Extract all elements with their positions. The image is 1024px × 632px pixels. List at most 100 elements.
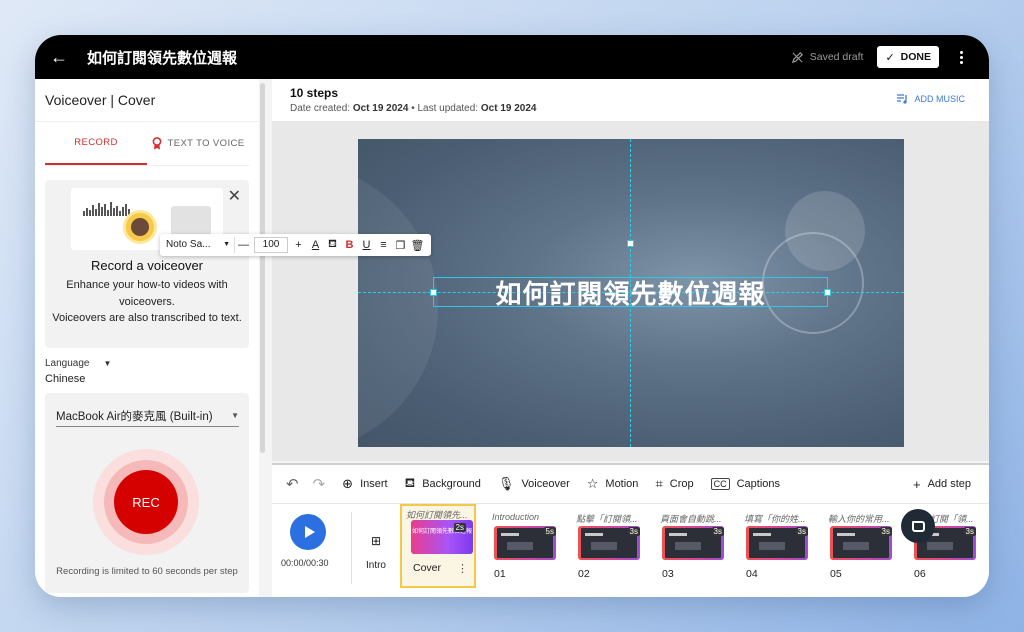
align-center-icon[interactable]: ≡ [375, 239, 392, 251]
timeline-step-cover[interactable]: 如何訂閱領先... 如何訂閱領先數位週報 2s Cover ⋮ [400, 504, 476, 588]
step-duration: 3s [795, 527, 808, 536]
app-window: ← 如何訂閱領先數位週報 Saved draft ✓ DONE Voiceove… [35, 35, 989, 597]
step-label: 04 [746, 568, 758, 580]
avatar [123, 210, 157, 244]
back-arrow-icon[interactable]: ← [35, 35, 83, 79]
voiceover-promo-card: ✕ Record a voiceover Enhance your how-to… [45, 180, 249, 348]
caret-down-icon: ▼ [231, 411, 239, 420]
font-family-select[interactable]: Noto Sa... ▼ [160, 239, 234, 251]
step-caption: 輸入你的常用... [828, 514, 890, 524]
motion-button[interactable]: ☆ Motion [587, 476, 639, 492]
step-caption: 點擊「訂閱領... [576, 514, 638, 524]
rec-button-rings: REC [93, 449, 199, 555]
last-updated: Oct 19 2024 [480, 103, 537, 114]
timeline-step[interactable]: Introduction 5s 01 [488, 510, 564, 590]
underline-icon[interactable]: U [358, 239, 375, 251]
play-button[interactable] [290, 514, 326, 550]
promo-line-1: Enhance your how-to videos with voiceove… [66, 279, 228, 308]
done-button[interactable]: ✓ DONE [877, 46, 939, 68]
close-icon[interactable]: ✕ [228, 186, 241, 206]
timeline-divider [351, 512, 352, 584]
rec-button-inner-ring: REC [104, 460, 188, 544]
rec-button[interactable]: REC [114, 470, 178, 534]
voiceover-tabs: RECORD TEXT TO VOICE [45, 122, 249, 166]
panel-heading: Voiceover | Cover [35, 79, 259, 122]
increase-size-icon[interactable]: + [290, 239, 307, 251]
step-duration: 3s [627, 527, 640, 536]
copy-icon[interactable]: ❐ [392, 239, 409, 252]
step-duration: 3s [879, 527, 892, 536]
insert-button[interactable]: ⊕ Insert [342, 476, 387, 492]
caret-down-icon: ▼ [223, 241, 230, 248]
canvas-area: 如何訂閱領先數位週報 [272, 121, 989, 461]
resize-handle-left[interactable] [430, 289, 437, 296]
step-duration: 2s [453, 523, 466, 532]
microphone-select[interactable]: MacBook Air的麥克風 (Built-in) ▼ [56, 405, 239, 427]
intro-button[interactable]: ⊞ Intro [360, 534, 392, 571]
timeline-step[interactable]: 輸入你的常用... 3s 05 [824, 510, 900, 590]
bold-icon[interactable]: B [341, 239, 358, 251]
font-family-value: Noto Sa... [166, 239, 211, 250]
voiceover-label: Voiceover [521, 478, 570, 490]
waveform-icon [83, 202, 130, 216]
timeline-step[interactable]: 頁面會自動跳... 3s 03 [656, 510, 732, 590]
step-duration: 5s [543, 527, 556, 536]
step-duration: 3s [711, 527, 724, 536]
timeline-step[interactable]: 點擊「訂閱領... 3s 02 [572, 510, 648, 590]
video-add-icon: ⊞ [370, 534, 382, 548]
crop-button[interactable]: ⌗ Crop [655, 476, 693, 492]
slide-title[interactable]: 如何訂閱領先數位週報 [495, 274, 765, 311]
more-menu-icon[interactable] [951, 50, 971, 64]
top-bar: ← 如何訂閱領先數位週報 Saved draft ✓ DONE [35, 35, 989, 79]
text-color-icon[interactable]: A [307, 239, 324, 251]
insert-label: Insert [360, 478, 388, 490]
tab-record[interactable]: RECORD [45, 122, 147, 165]
font-size-input[interactable]: 100 [254, 237, 288, 253]
timecode: 00:00/00:30 [281, 558, 329, 568]
step-duration: 3s [963, 527, 976, 536]
captions-button[interactable]: CC Captions [710, 478, 780, 490]
background-label: Background [422, 478, 481, 490]
decrease-size-icon[interactable]: — [235, 239, 252, 251]
voiceover-button[interactable]: 🎙︎ Voiceover [498, 476, 570, 492]
last-updated-label: • Last updated: [408, 103, 481, 114]
tab-text-to-voice[interactable]: TEXT TO VOICE [147, 122, 249, 165]
background-button[interactable]: ⛾ Background [405, 475, 481, 493]
step-label: 06 [914, 568, 926, 580]
chat-support-icon[interactable] [901, 509, 935, 543]
recorder-card: MacBook Air的麥克風 (Built-in) ▼ REC Recordi… [45, 393, 249, 593]
more-vertical-icon[interactable]: ⋮ [457, 562, 468, 575]
left-panel-scrollbar[interactable] [260, 83, 265, 453]
voiceover-panel: Voiceover | Cover RECORD TEXT TO VOICE ✕… [35, 79, 259, 597]
add-music-button[interactable]: ADD MUSIC [897, 94, 965, 104]
captions-icon: CC [710, 478, 730, 490]
saved-status: Saved draft [791, 51, 864, 64]
crop-icon: ⌗ [655, 476, 663, 491]
step-label: Cover [413, 562, 442, 574]
language-selector[interactable]: Language ▼ [45, 358, 249, 369]
rec-label: REC [132, 494, 160, 510]
delete-icon[interactable]: 🗑︎ [409, 239, 426, 252]
step-label: 03 [662, 568, 674, 580]
star-icon: ☆ [586, 476, 599, 491]
undo-icon[interactable]: ↶ [286, 475, 299, 493]
document-title[interactable]: 如何訂閱領先數位週報 [87, 47, 237, 68]
steps-count: 10 steps [290, 86, 339, 100]
resize-handle-right[interactable] [824, 289, 831, 296]
microphone-icon: 🎙︎ [497, 476, 515, 491]
add-step-button[interactable]: + Add step [913, 477, 971, 492]
highlight-icon[interactable]: ⛾ [324, 238, 341, 252]
add-step-label: Add step [927, 478, 971, 490]
redo-icon[interactable]: ↷ [313, 475, 326, 493]
slide-canvas[interactable]: 如何訂閱領先數位週報 [358, 139, 904, 447]
timeline-step[interactable]: 填寫「你的姓... 3s 04 [740, 510, 816, 590]
promo-title: Record a voiceover [91, 258, 203, 273]
step-caption: 填寫「你的姓... [744, 514, 806, 524]
rotate-handle[interactable] [627, 240, 634, 247]
crop-label: Crop [669, 478, 694, 490]
pen-icon [791, 51, 803, 63]
saved-status-text: Saved draft [809, 51, 864, 63]
date-created: Oct 19 2024 [352, 103, 409, 114]
promo-placeholder-block [171, 206, 211, 236]
slide-title-textbox[interactable]: 如何訂閱領先數位週報 [433, 277, 828, 310]
